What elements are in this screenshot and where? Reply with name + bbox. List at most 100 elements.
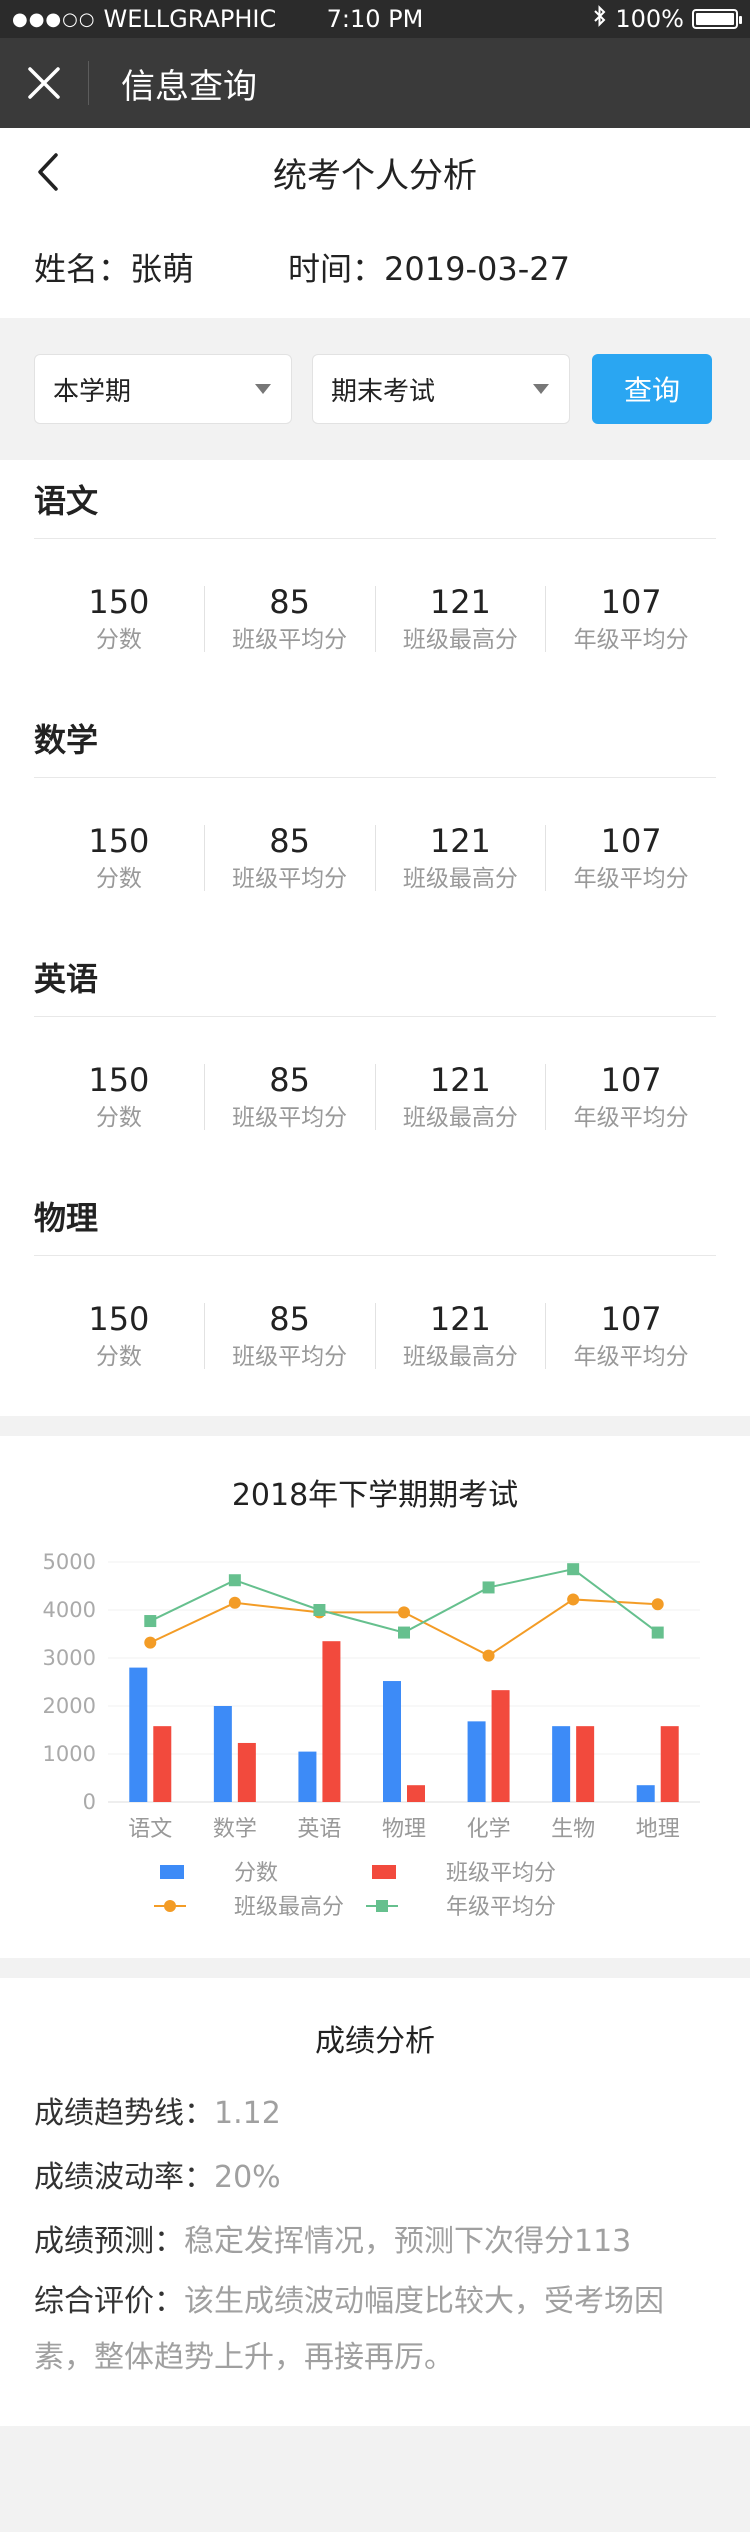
bar-分数 <box>467 1721 486 1802</box>
caret-down-icon <box>533 384 549 394</box>
stat-value: 107 <box>600 1300 662 1338</box>
section-divider <box>0 1958 750 1978</box>
stat-grade-average: 107 年级平均分 <box>545 1303 716 1369</box>
page-header: 统考个人分析 姓名：张萌 时间：2019-03-27 <box>0 128 750 318</box>
term-select[interactable]: 本学期 <box>34 354 292 424</box>
bluetooth-icon <box>593 5 607 33</box>
point-班级最高分 <box>398 1606 410 1619</box>
stat-value: 85 <box>269 583 310 621</box>
stat-label: 班级最高分 <box>402 627 518 653</box>
x-tick-label: 生物 <box>551 1817 595 1842</box>
stat-value: 121 <box>429 822 491 860</box>
volatility-value: 20% <box>214 2160 281 2195</box>
signal-icon: ●●●○○ <box>12 8 96 30</box>
point-年级平均分 <box>651 1626 664 1639</box>
legend-swatch <box>160 1865 184 1879</box>
stat-value: 107 <box>600 822 662 860</box>
exam-chart: 0 1000 2000 3000 4000 5000 语文 数学 英语 物理 化学 生物 地理分数 班级平… <box>43 1550 700 1920</box>
y-tick-label: 2000 <box>43 1694 96 1718</box>
point-班级最高分 <box>228 1596 241 1609</box>
student-name: 姓名：张萌 <box>34 250 195 288</box>
student-info: 姓名：张萌 时间：2019-03-27 <box>0 216 750 318</box>
exam-select[interactable]: 期末考试 <box>312 354 570 424</box>
stat-class-average: 85 班级平均分 <box>203 583 375 653</box>
bar-分数 <box>636 1785 655 1802</box>
stat-value: 107 <box>600 1061 662 1099</box>
status-time: 7:10 PM <box>326 5 424 33</box>
close-button[interactable] <box>0 38 88 128</box>
chevron-left-icon <box>38 153 58 191</box>
point-班级最高分 <box>651 1598 664 1611</box>
point-年级平均分 <box>313 1604 326 1616</box>
stat-grade-average: 107 年级平均分 <box>545 1064 716 1130</box>
stat-label: 班级最高分 <box>402 1105 518 1131</box>
stat-class-highest: 121 班级最高分 <box>374 1303 546 1370</box>
bar-班级平均分 <box>237 1742 256 1802</box>
stat-label: 班级平均分 <box>232 866 348 892</box>
subject-title: 物理 <box>34 1177 716 1256</box>
subject-title: 英语 <box>34 938 716 1017</box>
prediction-row: 成绩预测：稳定发挥情况，预测下次得分113 <box>34 2210 716 2274</box>
analysis-title: 成绩分析 <box>315 2024 435 2059</box>
trend-label: 成绩趋势线： <box>34 2096 214 2131</box>
bar-分数 <box>298 1751 317 1802</box>
volatility-row: 成绩波动率：20% <box>34 2146 716 2210</box>
point-年级平均分 <box>228 1574 241 1587</box>
legend-label: 班级最高分 <box>234 1895 344 1920</box>
stat-score: 150 分数 <box>34 586 204 652</box>
stat-value: 121 <box>429 1061 491 1099</box>
stat-label: 年级平均分 <box>573 1105 689 1131</box>
subject-card: 数学 150 分数 85 班级平均分 121 班级最高分 107 年级平均分 <box>34 699 716 938</box>
stat-score: 150 分数 <box>34 825 204 891</box>
subject-stats: 150 分数 85 班级平均分 121 班级最高分 107 年级平均分 <box>34 539 716 699</box>
stat-value: 121 <box>429 583 491 621</box>
stat-label: 分数 <box>95 1105 142 1131</box>
legend-swatch <box>372 1865 396 1879</box>
page-title: 统考个人分析 <box>273 155 477 196</box>
subject-card: 语文 150 分数 85 班级平均分 121 班级最高分 107 年级平均分 <box>34 460 716 699</box>
back-button[interactable] <box>28 148 68 196</box>
stat-label: 班级平均分 <box>232 627 348 653</box>
point-年级平均分 <box>144 1615 157 1628</box>
exam-date: 时间：2019-03-27 <box>288 250 570 288</box>
stat-label: 分数 <box>95 866 142 892</box>
y-tick-label: 4000 <box>43 1598 96 1622</box>
caret-down-icon <box>255 384 271 394</box>
point-班级最高分 <box>482 1649 495 1662</box>
point-年级平均分 <box>482 1581 495 1594</box>
bar-班级平均分 <box>322 1641 341 1802</box>
legend-marker <box>164 1900 176 1912</box>
y-tick-label: 1000 <box>43 1742 96 1766</box>
bar-班级平均分 <box>660 1726 679 1802</box>
nav-bar: 统考个人分析 <box>0 128 750 216</box>
remark-row: 综合评价：该生成绩波动幅度比较大，受考场因素，整体趋势上升，再接再厉。 <box>34 2274 716 2386</box>
bar-班级平均分 <box>153 1726 172 1802</box>
subject-title: 数学 <box>34 699 716 778</box>
subject-card: 英语 150 分数 85 班级平均分 121 班级最高分 107 年级平均分 <box>34 938 716 1177</box>
prediction-value: 稳定发挥情况，预测下次得分113 <box>184 2224 632 2259</box>
bar-班级平均分 <box>576 1726 595 1802</box>
subject-stats: 150 分数 85 班级平均分 121 班级最高分 107 年级平均分 <box>34 778 716 938</box>
subject-stats: 150 分数 85 班级平均分 121 班级最高分 107 年级平均分 <box>34 1017 716 1177</box>
close-icon <box>28 67 60 99</box>
stat-value: 85 <box>269 1300 310 1338</box>
point-年级平均分 <box>398 1626 410 1639</box>
app-bar-divider <box>88 61 89 105</box>
stat-class-highest: 121 班级最高分 <box>374 583 546 653</box>
point-班级最高分 <box>567 1593 580 1606</box>
remark-label: 综合评价： <box>34 2284 184 2319</box>
x-tick-label: 语文 <box>128 1817 172 1842</box>
page-bottom <box>0 2426 750 2532</box>
app-bar: 信息查询 <box>0 38 750 128</box>
bar-分数 <box>383 1681 401 1802</box>
carrier-name: WELLGRAPHIC <box>103 5 277 33</box>
stat-label: 班级最高分 <box>402 1344 518 1370</box>
y-tick-label: 3000 <box>43 1646 96 1670</box>
trend-line-row: 成绩趋势线：1.12 <box>34 2082 716 2146</box>
stat-value: 150 <box>88 1061 150 1099</box>
query-button[interactable]: 查询 <box>592 354 712 424</box>
stat-label: 分数 <box>95 627 142 653</box>
stat-class-average: 85 班级平均分 <box>203 1300 375 1369</box>
stat-label: 班级平均分 <box>232 1105 348 1131</box>
status-bar: ●●●○○ WELLGRAPHIC 7:10 PM 100% <box>0 0 750 38</box>
